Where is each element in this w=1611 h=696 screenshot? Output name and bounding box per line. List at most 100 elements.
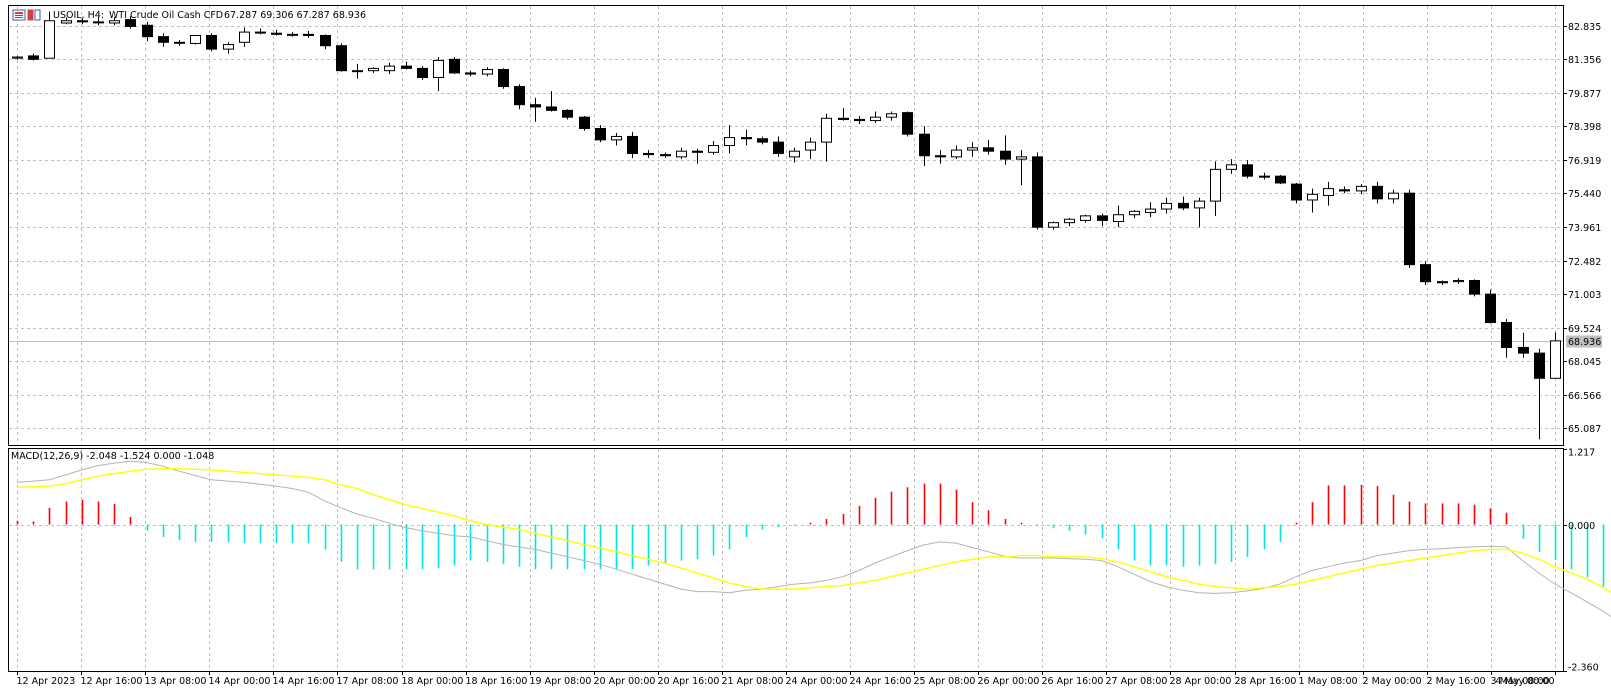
ohlc-readout: 67.287 69.306 67.287 68.936 xyxy=(224,10,366,21)
candle-body xyxy=(1438,282,1448,283)
current-price-label: 68.936 xyxy=(1568,337,1601,348)
candle[interactable] xyxy=(337,43,347,71)
candle[interactable] xyxy=(903,111,913,136)
candle-body xyxy=(1519,347,1529,353)
x-tick-label: 1 May 08:00 xyxy=(1299,676,1358,687)
candle-body xyxy=(725,138,735,146)
candle-body xyxy=(385,66,395,71)
candle-body xyxy=(806,142,816,150)
candle-body xyxy=(159,37,169,43)
candle-body xyxy=(1340,190,1350,191)
candle-body xyxy=(499,70,509,87)
candle-body xyxy=(968,148,978,150)
candle-body xyxy=(580,117,590,128)
candle-body xyxy=(337,46,347,71)
candle-body xyxy=(1114,215,1124,222)
candle-body xyxy=(677,151,687,157)
candle-body xyxy=(1001,151,1011,159)
symbol-label: USOIL, H4: xyxy=(53,10,104,21)
candle-body xyxy=(1276,176,1286,183)
price-tick-label: 79.877 xyxy=(1568,89,1601,100)
candle-body xyxy=(1389,193,1399,199)
chart-window: 68.936 12 Apr 2023 12 Apr 16:0013 Apr 08:… xyxy=(0,0,1611,692)
price-tick-label: 71.003 xyxy=(1568,290,1601,301)
candle[interactable] xyxy=(1276,175,1286,184)
candle-body xyxy=(661,155,671,156)
candle-body xyxy=(175,42,185,43)
candle-body xyxy=(1373,186,1383,198)
candle-body xyxy=(774,142,784,153)
candle-body xyxy=(515,87,525,105)
candle[interactable] xyxy=(1033,152,1043,229)
macd-tick-label: 0.000 xyxy=(1568,521,1595,532)
candle[interactable] xyxy=(1470,279,1480,296)
candle-body xyxy=(1486,294,1496,322)
candle-body xyxy=(984,148,994,151)
price-tick-label: 73.961 xyxy=(1568,223,1601,234)
candle-body xyxy=(952,150,962,157)
candle[interactable] xyxy=(580,116,590,131)
x-tick-label: 4 May 00:00 xyxy=(1495,676,1554,687)
x-tick-label: 26 Apr 00:00 xyxy=(978,676,1040,687)
candle-body xyxy=(644,153,654,154)
candle[interactable] xyxy=(1421,261,1431,285)
candle-body xyxy=(1421,265,1431,282)
candle-body xyxy=(628,136,638,153)
candle[interactable] xyxy=(450,57,460,74)
candle-body xyxy=(110,21,120,23)
candle-body xyxy=(369,68,379,70)
candle-body xyxy=(1308,194,1318,200)
x-tick-label: 2 May 00:00 xyxy=(1363,676,1422,687)
x-tick-label: 12 Apr 16:00 xyxy=(81,676,143,687)
candle-body xyxy=(1551,341,1561,378)
candle-body xyxy=(1454,281,1464,282)
macd-tick-label: 1.217 xyxy=(1568,448,1595,459)
candle-body xyxy=(288,34,298,35)
candle-body xyxy=(1098,216,1108,221)
chart-svg: 68.936 12 Apr 2023 12 Apr 16:0013 Apr 08:… xyxy=(0,0,1611,692)
price-tick-label: 81.356 xyxy=(1568,55,1601,66)
candle-body xyxy=(466,73,476,74)
candle-body xyxy=(1292,184,1302,200)
x-tick-label: 24 Apr 00:00 xyxy=(786,676,848,687)
candle[interactable] xyxy=(207,33,217,51)
candle-body xyxy=(45,21,55,58)
candle-body xyxy=(1535,353,1545,378)
x-tick-label: 20 Apr 00:00 xyxy=(594,676,656,687)
x-tick-label: 18 Apr 00:00 xyxy=(402,676,464,687)
candle[interactable] xyxy=(191,35,201,44)
candle-body xyxy=(483,70,493,75)
candle-body xyxy=(1065,219,1075,222)
candle-body xyxy=(563,110,573,117)
candle-body xyxy=(29,56,39,59)
candle-body xyxy=(839,118,849,119)
x-tick-label: 28 Apr 16:00 xyxy=(1235,676,1297,687)
x-tick-label: 12 Apr 2023 xyxy=(17,676,76,687)
x-tick-label: 17 Apr 08:00 xyxy=(337,676,399,687)
candle-body xyxy=(531,105,541,107)
candle-body xyxy=(1081,216,1091,221)
x-tick-label: 2 May 16:00 xyxy=(1427,676,1486,687)
x-tick-label: 28 Apr 00:00 xyxy=(1170,676,1232,687)
candle[interactable] xyxy=(1292,183,1302,203)
price-tick-label: 68.045 xyxy=(1568,357,1601,368)
candle-body xyxy=(822,118,832,142)
candle-body xyxy=(1470,281,1480,295)
candle-body xyxy=(1017,157,1027,159)
candle-body xyxy=(256,32,266,33)
candle-body xyxy=(321,35,331,45)
chart-menu-icon[interactable] xyxy=(13,10,25,20)
candle-body xyxy=(709,146,719,153)
x-tick-label: 13 Apr 08:00 xyxy=(145,676,207,687)
candle[interactable] xyxy=(418,66,428,80)
candle[interactable] xyxy=(1486,290,1496,324)
candle-body xyxy=(612,136,622,139)
candle-body xyxy=(1324,189,1334,196)
candle-body xyxy=(1211,169,1221,201)
candle[interactable] xyxy=(499,68,509,88)
candle-body xyxy=(693,151,703,152)
x-tick-label: 14 Apr 16:00 xyxy=(273,676,335,687)
candle[interactable] xyxy=(1405,190,1415,268)
candle-body xyxy=(353,71,363,72)
candle-body xyxy=(62,21,72,23)
